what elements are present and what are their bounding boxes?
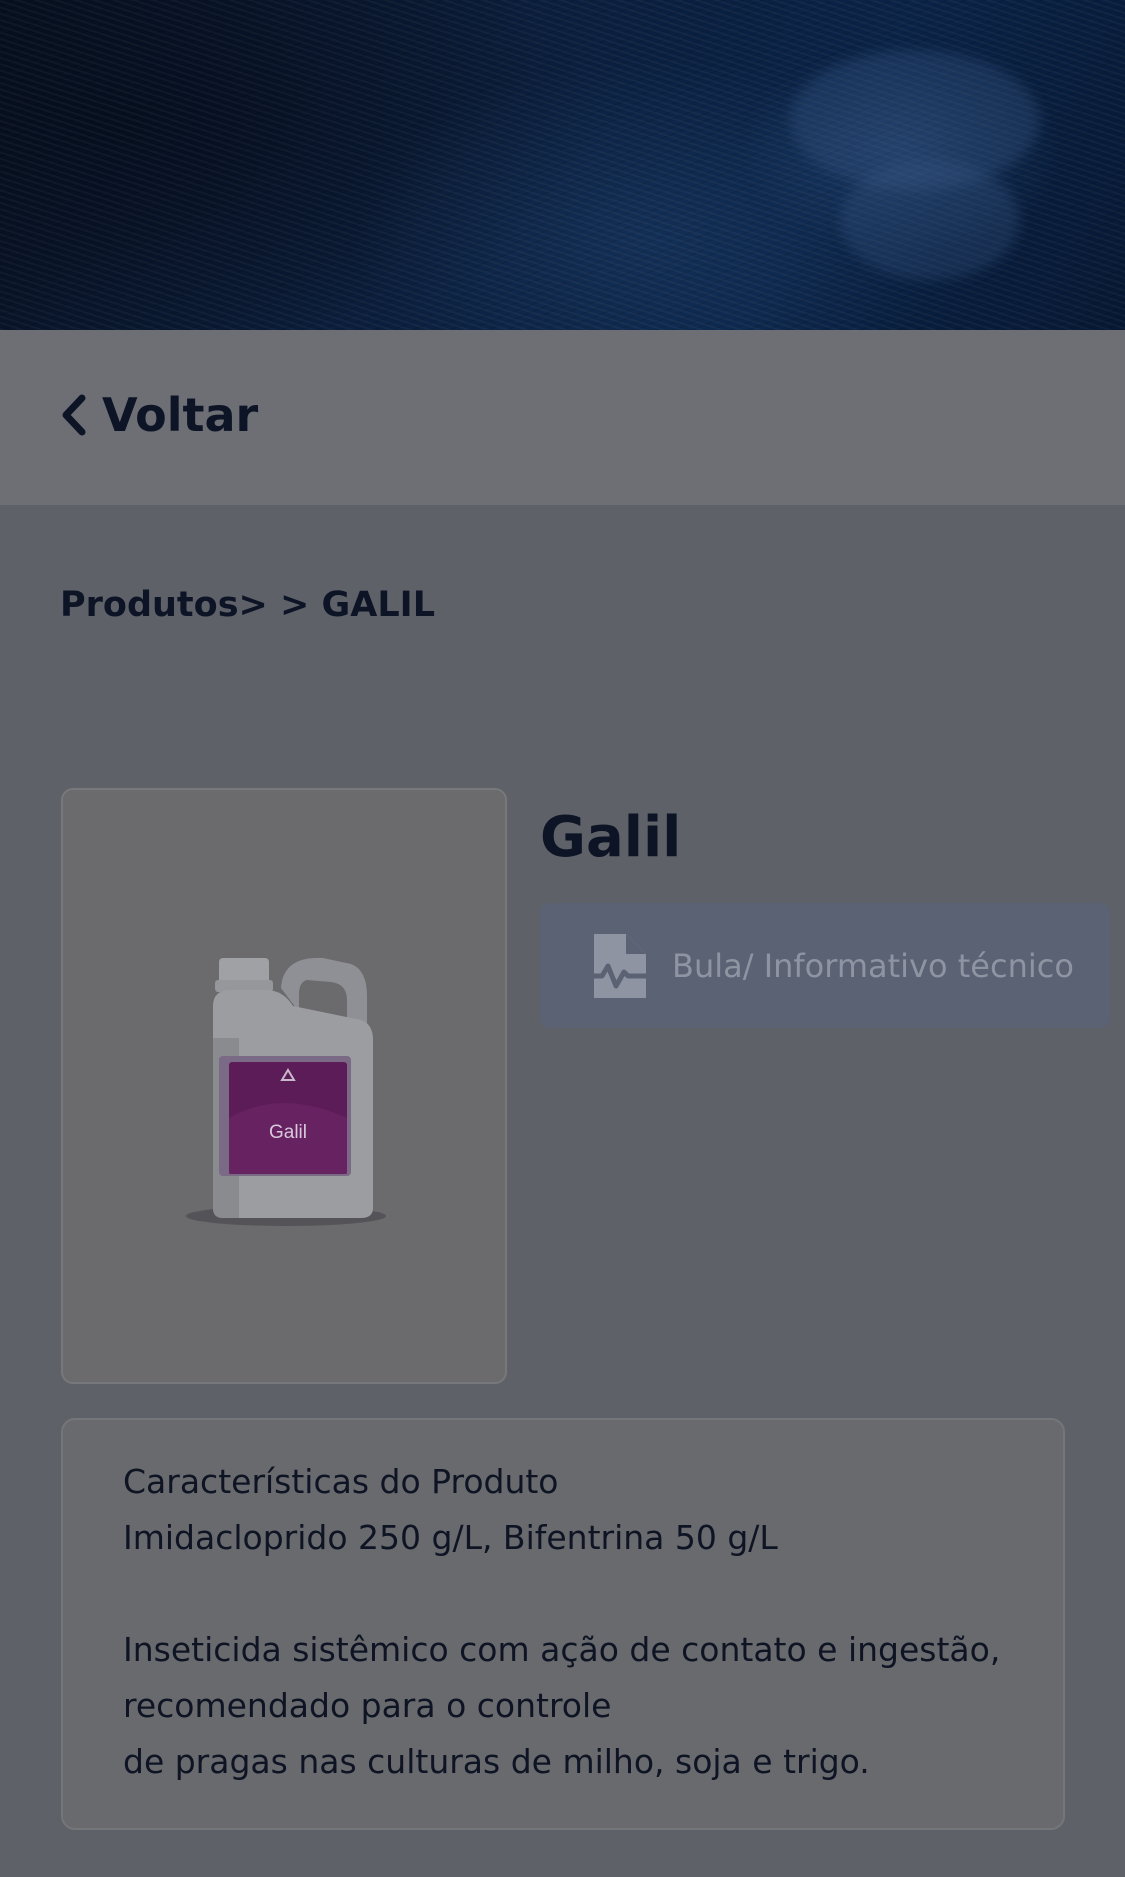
composition-text: Imidacloprido 250 g/L, Bifentrina 50 g/L [123, 1518, 778, 1557]
technical-document-button[interactable]: Bula/ Informativo técnico [540, 903, 1110, 1028]
back-label: Voltar [102, 388, 259, 442]
technical-document-label: Bula/ Informativo técnico [672, 946, 1074, 985]
product-title: Galil [540, 805, 682, 870]
hero-blob [840, 160, 1020, 280]
description-line: Inseticida sistêmico com ação de contato… [123, 1630, 1001, 1669]
hero-banner [0, 0, 1125, 330]
product-image: Galil [186, 957, 386, 1226]
breadcrumb[interactable]: Produtos> > GALIL [60, 585, 435, 625]
description-line: de pragas nas culturas de milho, soja e … [123, 1742, 870, 1781]
characteristics-card: Características do Produto Imidacloprido… [61, 1418, 1065, 1830]
description-text: Inseticida sistêmico com ação de contato… [123, 1622, 1000, 1790]
description-line: recomendado para o controle [123, 1686, 612, 1725]
medical-file-icon [586, 933, 650, 998]
package-label: Galil [269, 1122, 307, 1143]
product-image-card: Galil [61, 788, 507, 1384]
characteristics-heading: Características do Produto [123, 1462, 559, 1501]
chevron-left-icon [62, 394, 86, 436]
back-button[interactable]: Voltar [60, 385, 258, 445]
